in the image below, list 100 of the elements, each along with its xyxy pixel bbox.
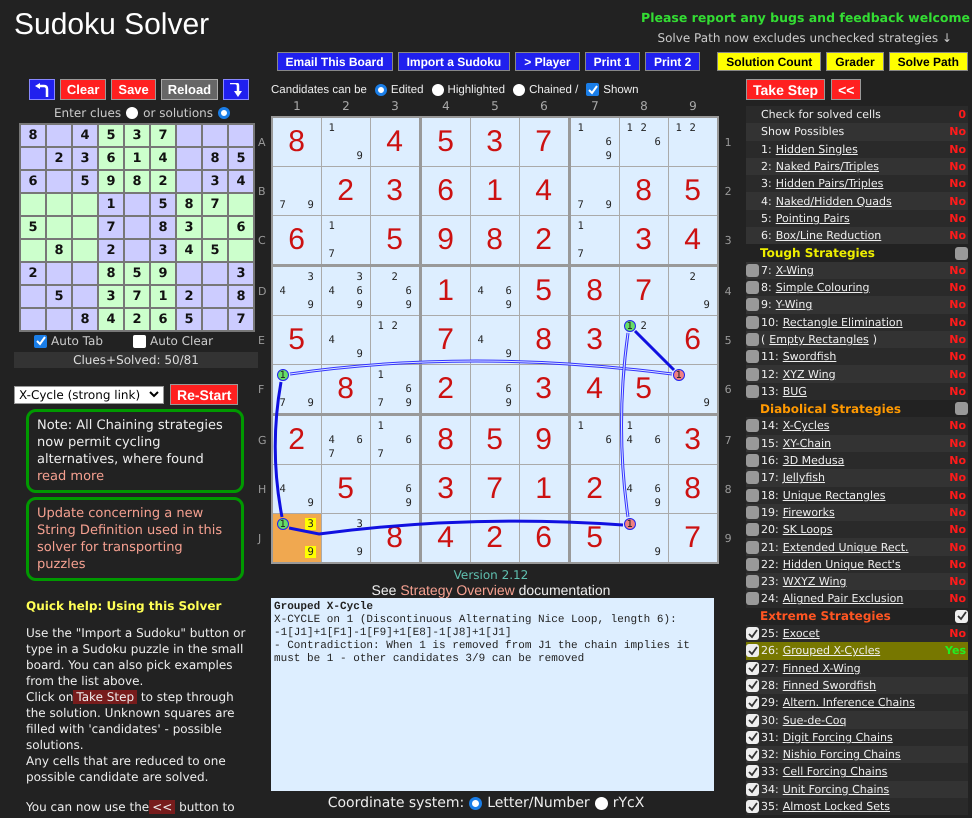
grid-cell[interactable]: 4 xyxy=(422,514,470,562)
grid-cell[interactable]: 2 xyxy=(272,416,321,464)
radio-button[interactable] xyxy=(374,84,387,96)
grid-cell[interactable]: 1 6 xyxy=(570,416,619,464)
grid-cell[interactable]: 6 9 xyxy=(470,365,519,413)
grid-cell[interactable]: 2 9 xyxy=(668,267,717,315)
board-cell[interactable] xyxy=(177,263,201,284)
board-cell[interactable] xyxy=(21,240,45,261)
checkbox[interactable] xyxy=(746,748,759,762)
board-cell[interactable]: 7 xyxy=(229,309,253,330)
board-cell[interactable] xyxy=(21,309,45,330)
strategy-link[interactable]: Aligned Pair Exclusion xyxy=(782,592,904,606)
step-button[interactable]: << xyxy=(831,79,862,100)
board-cell[interactable]: 7 xyxy=(203,194,227,215)
strategy-link[interactable]: SK Loops xyxy=(782,523,833,536)
grid-cell[interactable]: 5 xyxy=(422,118,470,166)
grid-cell[interactable]: 1 9 xyxy=(668,365,717,413)
radio-button[interactable] xyxy=(126,107,138,119)
board-cell[interactable]: 3 xyxy=(177,217,201,238)
grid-cell[interactable]: 3 xyxy=(422,465,470,513)
strategy-link[interactable]: Pointing Pairs xyxy=(776,212,850,225)
grid-cell[interactable]: 3 4 6 9 xyxy=(322,267,370,315)
board-cell[interactable] xyxy=(47,194,71,215)
checkbox[interactable] xyxy=(955,610,968,623)
grid-cell[interactable]: 4 6 9 xyxy=(620,465,668,513)
board-cell[interactable]: 7 xyxy=(99,217,123,238)
grid-cell[interactable]: 1 9 xyxy=(620,514,668,562)
toolbar-button[interactable]: Email This Board xyxy=(276,52,393,71)
strategy-link[interactable]: X-Cycles xyxy=(782,419,830,432)
board-cell[interactable]: 9 xyxy=(99,171,123,192)
board-cell[interactable] xyxy=(21,148,45,169)
checkbox[interactable] xyxy=(746,644,759,658)
grid-cell[interactable]: 6 xyxy=(422,167,470,215)
checkbox[interactable] xyxy=(746,592,759,606)
board-cell[interactable]: 4 xyxy=(177,240,201,261)
checkbox[interactable] xyxy=(746,454,759,468)
strategy-link[interactable]: Exocet xyxy=(782,627,820,640)
grid-cell[interactable]: 5 xyxy=(470,416,519,464)
checkbox[interactable] xyxy=(746,281,759,294)
board-cell[interactable]: 2 xyxy=(177,286,201,307)
strategy-link[interactable]: Extended Unique Rect. xyxy=(782,540,909,554)
board-cell[interactable] xyxy=(73,194,97,215)
grid-cell[interactable]: 7 9 xyxy=(570,167,619,215)
grid-cell[interactable]: 7 xyxy=(620,267,668,315)
board-cell[interactable] xyxy=(229,240,253,261)
strategy-link[interactable]: Hidden Pairs/Triples xyxy=(776,177,884,190)
radio-button[interactable] xyxy=(432,84,444,96)
grid-cell[interactable]: 8 xyxy=(668,465,717,513)
checkbox[interactable] xyxy=(746,471,759,484)
board-cell[interactable] xyxy=(73,240,97,261)
grid-cell[interactable]: 5 xyxy=(272,316,321,364)
board-cell[interactable] xyxy=(229,194,253,215)
board-cell[interactable] xyxy=(47,263,71,284)
board-cell[interactable]: 4 xyxy=(99,309,123,330)
grid-cell[interactable]: 1 2 xyxy=(370,316,419,364)
update-link[interactable]: Update concerning a new String Definition used in this solver for transporting puzzles xyxy=(37,505,233,573)
checkbox[interactable] xyxy=(746,765,759,778)
board-cell[interactable] xyxy=(203,309,227,330)
toolbar-button[interactable]: Grader xyxy=(826,52,884,71)
checkbox[interactable] xyxy=(746,730,759,744)
board-cell[interactable]: 8 xyxy=(203,148,227,169)
grid-cell[interactable]: 8 xyxy=(570,267,619,315)
board-cell[interactable] xyxy=(177,171,201,192)
grid-cell[interactable]: 2 xyxy=(520,216,568,264)
grid-cell[interactable]: 8 xyxy=(322,365,370,413)
board-cell[interactable]: 3 xyxy=(229,263,253,284)
board-cell[interactable]: 1 xyxy=(151,286,175,307)
board-cell[interactable]: 8 xyxy=(151,217,175,238)
checkbox[interactable] xyxy=(746,714,759,727)
grid-cell[interactable]: 5 xyxy=(668,167,717,215)
board-cell[interactable] xyxy=(47,125,71,146)
grid-cell[interactable]: 5 xyxy=(322,465,370,513)
example-select[interactable]: X-Cycle (strong link) xyxy=(14,386,164,404)
strategy-link[interactable]: Jellyfish xyxy=(782,471,825,484)
editor-button[interactable]: Clear xyxy=(60,79,106,100)
grid-cell[interactable]: 6 xyxy=(272,216,321,264)
grid-cell[interactable]: 2 xyxy=(422,365,470,413)
grid-cell[interactable]: 5 xyxy=(570,514,619,562)
checkbox[interactable] xyxy=(746,488,759,502)
grid-cell[interactable]: 6 xyxy=(668,316,717,364)
grid-cell[interactable]: 2 6 9 xyxy=(370,267,419,315)
grid-cell[interactable]: 1 xyxy=(520,465,568,513)
strategy-link[interactable]: Finned X-Wing xyxy=(782,662,861,675)
checkbox[interactable] xyxy=(586,83,600,96)
grid-cell[interactable]: 8 xyxy=(272,118,321,166)
strategy-link[interactable]: Sue-de-Coq xyxy=(782,714,847,727)
grid-cell[interactable]: 7 xyxy=(422,316,470,364)
board-cell[interactable]: 5 xyxy=(151,194,175,215)
checkbox[interactable] xyxy=(746,678,759,692)
checkbox[interactable] xyxy=(746,384,759,398)
grid-cell[interactable]: 7 xyxy=(520,118,568,166)
grid-cell[interactable]: 5 xyxy=(370,216,419,264)
checkbox[interactable] xyxy=(746,264,759,277)
board-cell[interactable]: 5 xyxy=(125,263,149,284)
board-cell[interactable] xyxy=(125,217,149,238)
radio-button[interactable] xyxy=(513,84,526,96)
strategy-link[interactable]: Cell Forcing Chains xyxy=(782,765,888,778)
grid-cell[interactable]: 7 9 xyxy=(272,167,321,215)
grid-cell[interactable]: 1 4 6 xyxy=(620,416,668,464)
toolbar-button[interactable]: Print 1 xyxy=(584,52,640,71)
